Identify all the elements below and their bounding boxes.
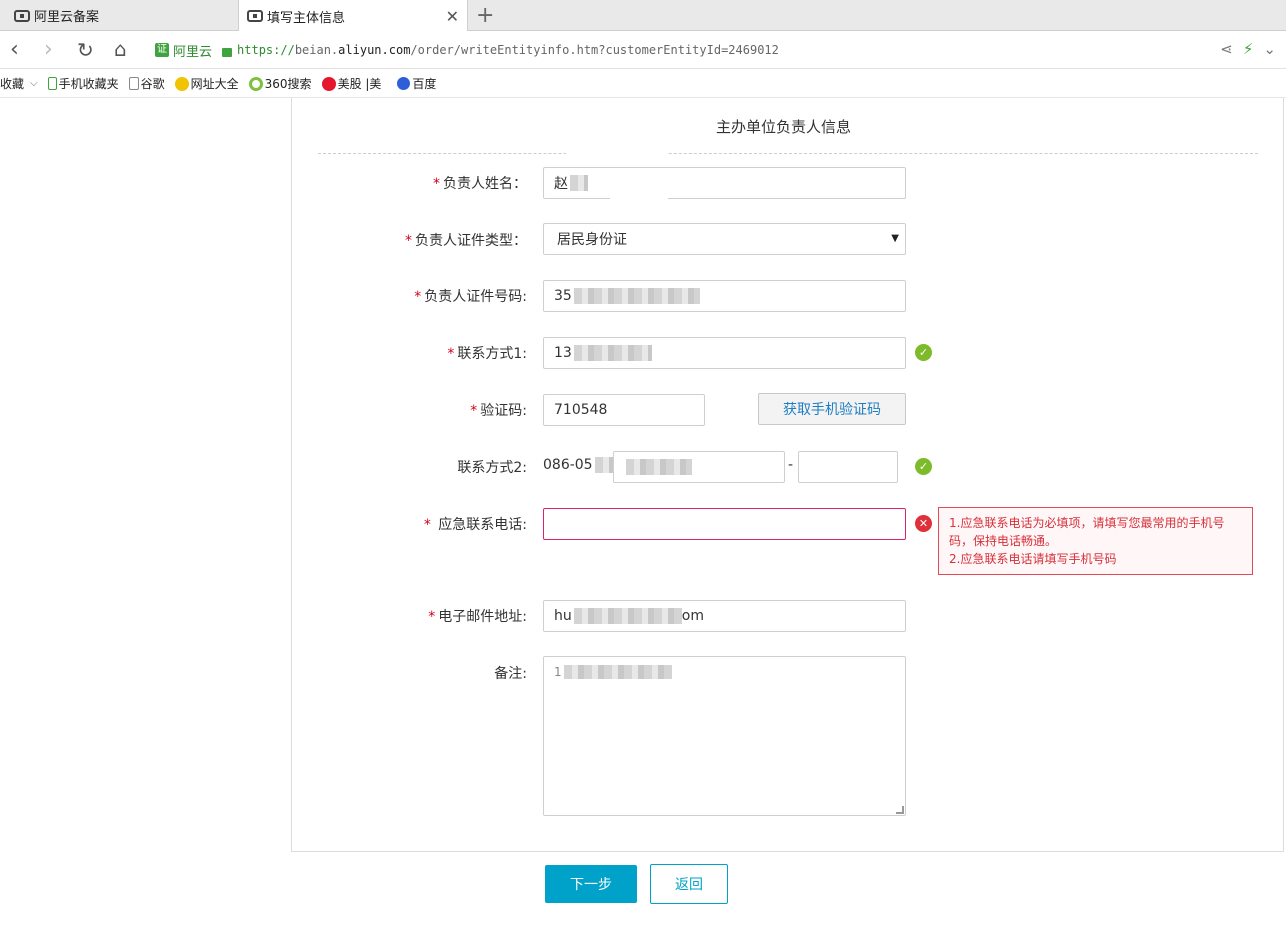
bookmark-item[interactable]: 360搜索 bbox=[248, 75, 312, 92]
lock-icon bbox=[222, 47, 233, 57]
id-type-label: * 负责人证件类型： bbox=[405, 233, 527, 249]
tab-aliyun-beian[interactable]: 阿里云备案 bbox=[0, 0, 238, 31]
id-number-label: * 负责人证件号码: bbox=[414, 289, 527, 305]
verification-code-input[interactable]: 710548 bbox=[543, 394, 705, 426]
error-message: 1.应急联系电话为必填项，请填写您最常用的手机号码，保持电话畅通。 bbox=[949, 516, 1225, 548]
name-label: * 负责人姓名： bbox=[433, 176, 527, 192]
contact2-extension-input[interactable] bbox=[798, 451, 898, 483]
url-path: /order/writeEntityinfo.htm?customerEntit… bbox=[410, 43, 779, 57]
tab-label: 填写主体信息 bbox=[267, 10, 346, 26]
close-icon[interactable]: ✕ bbox=[446, 7, 459, 26]
navigation-bar: ‹ › ↻ ⌂ 证 阿里云 https://beian. aliyun.com/o… bbox=[0, 31, 1286, 69]
get-sms-code-button[interactable]: 获取手机验证码 bbox=[758, 393, 906, 425]
contact1-input[interactable]: 13 bbox=[543, 337, 906, 369]
address-bar[interactable]: 证 阿里云 https://beian. aliyun.com/order/wri… bbox=[155, 39, 779, 61]
redaction-overlay bbox=[566, 152, 668, 166]
divider bbox=[318, 153, 1258, 154]
nav-right-tools: ⋖ ⚡ ⌄ bbox=[1220, 40, 1276, 58]
bookmark-item[interactable]: 百度 bbox=[397, 75, 436, 92]
code-label: * 验证码: bbox=[470, 403, 527, 419]
globe-icon bbox=[174, 76, 189, 91]
redaction-overlay bbox=[612, 445, 696, 451]
new-tab-icon[interactable]: + bbox=[476, 3, 494, 28]
chevron-down-icon: ⌵ bbox=[30, 78, 38, 89]
url-protocol: https:// bbox=[237, 43, 295, 57]
error-message: 2.应急联系电话请填写手机号码 bbox=[949, 552, 1117, 566]
redacted-text bbox=[573, 608, 682, 624]
error-x-icon: ✕ bbox=[915, 515, 932, 532]
chevron-down-icon[interactable]: ⌄ bbox=[1263, 40, 1276, 58]
redacted-text bbox=[626, 459, 692, 475]
contact1-label: * 联系方式1: bbox=[447, 346, 527, 362]
tab-label: 阿里云备案 bbox=[34, 10, 100, 25]
success-check-icon: ✓ bbox=[915, 344, 932, 361]
lightning-icon[interactable]: ⚡ bbox=[1243, 40, 1254, 58]
aliyun-logo-icon bbox=[247, 10, 263, 22]
360-icon bbox=[248, 76, 263, 91]
redaction-overlay bbox=[700, 281, 714, 311]
phone-icon bbox=[47, 77, 57, 90]
remark-label: 备注: bbox=[494, 666, 527, 682]
section-title: 主办单位负责人信息 bbox=[716, 118, 852, 136]
redaction-overlay bbox=[610, 192, 668, 199]
success-check-icon: ✓ bbox=[915, 458, 932, 475]
bookmark-item[interactable]: 手机收藏夹 bbox=[47, 75, 119, 92]
bookmarks-bar: 收藏 ⌵ 手机收藏夹 谷歌 网址大全 360搜索 美股 |美 百度 bbox=[0, 70, 1286, 98]
emergency-phone-input[interactable] bbox=[543, 508, 906, 540]
resize-handle-icon[interactable] bbox=[896, 806, 904, 814]
redacted-text bbox=[573, 288, 704, 304]
aliyun-logo-icon bbox=[14, 9, 30, 22]
reload-icon[interactable]: ↻ bbox=[77, 38, 94, 62]
emergency-phone-label: * 应急联系电话: bbox=[423, 517, 527, 533]
contact2-dash: - bbox=[788, 457, 794, 473]
email-label: * 电子邮件地址: bbox=[428, 609, 527, 625]
url-subdomain: beian. bbox=[294, 43, 339, 57]
share-icon[interactable]: ⋖ bbox=[1220, 40, 1233, 58]
id-number-input[interactable]: 35 bbox=[543, 280, 906, 312]
forward-icon[interactable]: › bbox=[44, 37, 53, 62]
contact2-number-input[interactable] bbox=[613, 451, 785, 483]
page-icon bbox=[128, 77, 139, 90]
url-domain: aliyun.com bbox=[338, 43, 411, 57]
tab-entity-info[interactable]: 填写主体信息 ✕ bbox=[238, 0, 468, 32]
dropdown-arrow-icon: ▼ bbox=[891, 233, 899, 244]
back-icon[interactable]: ‹ bbox=[10, 37, 19, 62]
back-button[interactable]: 返回 bbox=[650, 864, 728, 904]
redacted-text bbox=[563, 665, 672, 679]
site-identity[interactable]: 证 阿里云 bbox=[155, 41, 212, 60]
error-tooltip: 1.应急联系电话为必填项，请填写您最常用的手机号码，保持电话畅通。 2.应急联系… bbox=[938, 507, 1253, 575]
bookmark-item[interactable]: 收藏 ⌵ bbox=[0, 75, 38, 92]
home-icon[interactable]: ⌂ bbox=[114, 37, 127, 61]
redacted-text bbox=[573, 345, 652, 361]
bookmark-item[interactable]: 美股 |美 bbox=[321, 75, 381, 92]
name-input[interactable]: 赵 bbox=[543, 167, 906, 199]
tab-bar: 阿里云备案 填写主体信息 ✕ + bbox=[0, 0, 1286, 32]
email-input[interactable]: hu om bbox=[543, 600, 906, 632]
next-step-button[interactable]: 下一步 bbox=[545, 865, 637, 903]
bookmark-item[interactable]: 谷歌 bbox=[128, 75, 165, 92]
id-type-select[interactable]: 居民身份证 ▼ bbox=[543, 223, 906, 255]
bookmark-item[interactable]: 网址大全 bbox=[174, 75, 239, 92]
remark-textarea[interactable]: 1 bbox=[543, 656, 906, 816]
contact2-label: 联系方式2: bbox=[457, 460, 527, 476]
weibo-icon bbox=[321, 76, 336, 91]
certificate-icon: 证 bbox=[155, 43, 169, 57]
redacted-text bbox=[570, 175, 588, 191]
baidu-paw-icon bbox=[397, 77, 411, 90]
contact2-prefix: 086-05 bbox=[543, 457, 617, 473]
